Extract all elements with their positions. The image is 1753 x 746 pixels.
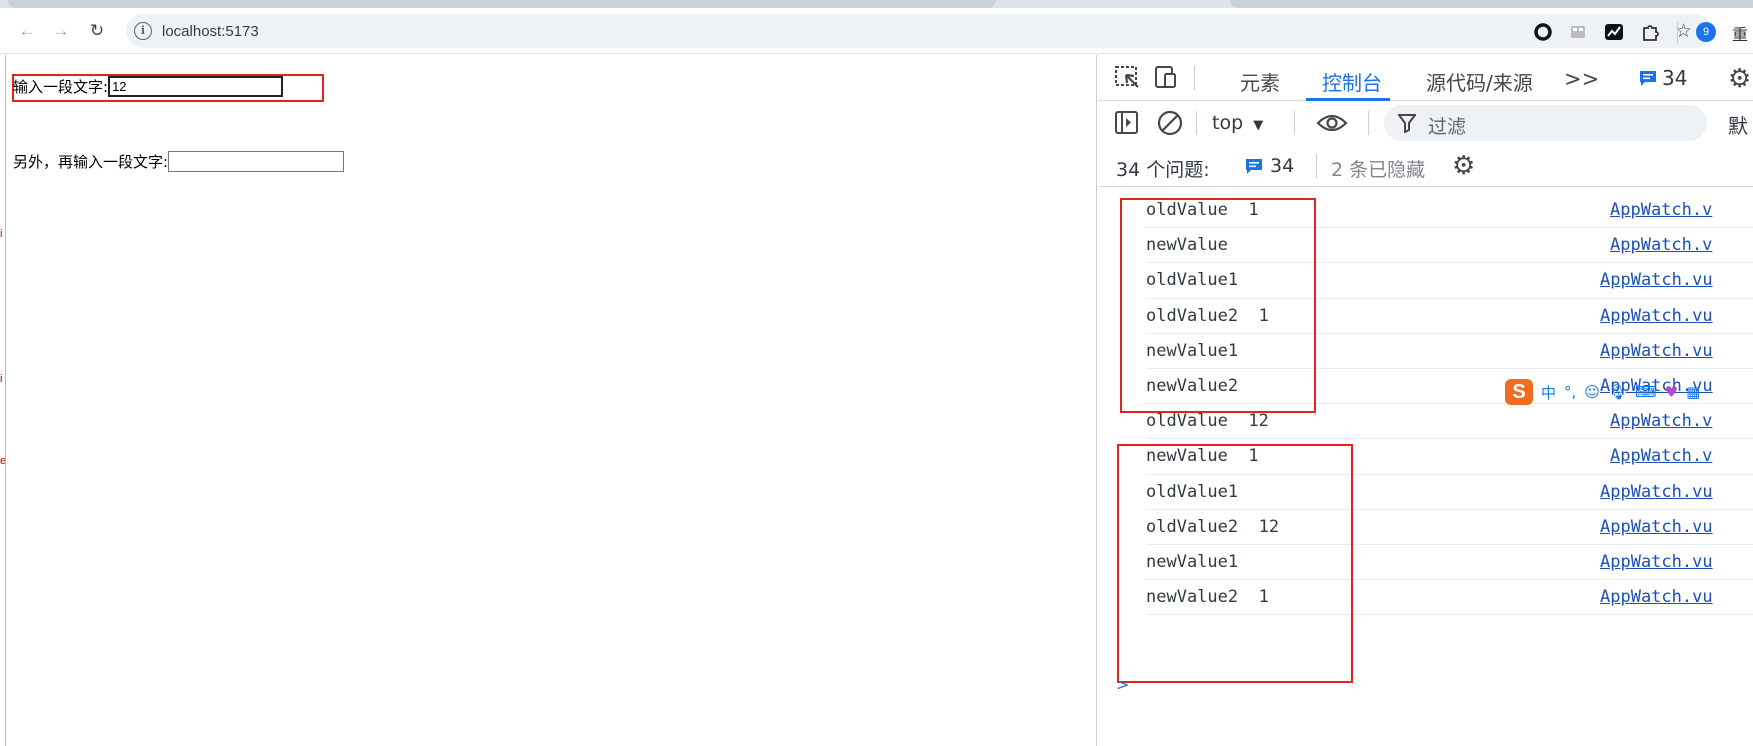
ime-emoji-icon[interactable]: ☺ xyxy=(1584,383,1600,401)
tab-strip xyxy=(0,0,1753,8)
extensions-puzzle-icon[interactable] xyxy=(1640,22,1660,42)
left-edge-strip xyxy=(0,55,6,746)
log-source-link[interactable]: AppWatch.vu xyxy=(1600,270,1713,290)
ime-keyboard-icon[interactable]: ⌨ xyxy=(1635,383,1657,401)
issues-count-badge[interactable]: 34 xyxy=(1662,66,1687,90)
log-source-link[interactable]: AppWatch.vu xyxy=(1600,341,1713,361)
filter-placeholder: 过滤 xyxy=(1428,116,1467,138)
more-tabs-button[interactable]: >> xyxy=(1564,67,1599,91)
toolbar-divider xyxy=(1368,111,1369,135)
device-toolbar-icon[interactable] xyxy=(1152,65,1180,95)
reload-icon[interactable]: ↻ xyxy=(88,22,106,40)
inspect-element-icon[interactable] xyxy=(1114,65,1142,95)
clear-console-icon[interactable] xyxy=(1156,109,1184,141)
context-selector[interactable]: top ▼ xyxy=(1212,112,1263,134)
address-bar[interactable]: i localhost:5173 ☆ xyxy=(126,14,1712,48)
log-source-link[interactable]: AppWatch.vu xyxy=(1600,482,1713,502)
log-message: oldValue 12 xyxy=(1146,411,1269,432)
browser-toolbar: ← → ↻ i localhost:5173 ☆ 9 重 xyxy=(0,8,1753,54)
tab-divider xyxy=(1194,66,1195,90)
site-info-icon[interactable]: i xyxy=(134,22,152,40)
issues-message-icon[interactable] xyxy=(1638,69,1658,91)
log-source-link[interactable]: AppWatch.vu xyxy=(1600,587,1713,607)
context-selector-label: top xyxy=(1212,112,1244,134)
url-text[interactable]: localhost:5173 xyxy=(162,23,259,40)
extension-circle-icon[interactable] xyxy=(1533,22,1553,42)
back-icon[interactable]: ← xyxy=(18,22,36,40)
ime-skin-icon[interactable]: ♥ xyxy=(1665,383,1678,401)
field2-label: 另外，再输入一段文字: xyxy=(13,153,169,171)
highlight-box-first-group xyxy=(1120,198,1316,413)
active-tab[interactable] xyxy=(8,0,996,8)
tab-sources[interactable]: 源代码/来源 xyxy=(1426,67,1533,96)
ime-language-toggle[interactable]: 中 xyxy=(1541,382,1556,403)
page-viewport: i i e 输入一段文字: 另外，再输入一段文字: xyxy=(0,55,1097,746)
highlight-box-second-group xyxy=(1117,444,1353,683)
issues-label: 34 个问题: xyxy=(1116,159,1210,181)
log-source-link[interactable]: AppWatch.v xyxy=(1610,411,1712,431)
toolbar-divider xyxy=(1316,154,1317,178)
field1-label: 输入一段文字: xyxy=(13,78,109,96)
settings-gear-icon[interactable]: ⚙ xyxy=(1728,64,1751,94)
inactive-tab[interactable] xyxy=(1230,0,1753,8)
sidebar-toggle-icon[interactable] xyxy=(1114,110,1140,140)
toolbar-divider xyxy=(1196,111,1197,135)
live-expression-eye-icon[interactable] xyxy=(1316,113,1348,137)
edge-mark: i xyxy=(0,373,3,385)
tab-console[interactable]: 控制台 xyxy=(1322,67,1382,96)
ime-punctuation-icon[interactable]: °, xyxy=(1564,383,1576,401)
default-levels-dropdown[interactable]: 默 xyxy=(1728,110,1748,139)
toolbar-divider xyxy=(1294,111,1295,135)
forward-icon[interactable]: → xyxy=(52,22,70,40)
filter-input[interactable]: 过滤 xyxy=(1384,105,1707,141)
extension-chart-icon[interactable] xyxy=(1604,22,1624,42)
edge-mark: e xyxy=(0,455,5,467)
edge-label: 重 xyxy=(1732,27,1749,44)
ime-toolbox-icon[interactable]: ▦ xyxy=(1686,383,1700,401)
log-source-link[interactable]: AppWatch.v xyxy=(1610,235,1712,255)
issues-message-icon[interactable] xyxy=(1244,157,1264,179)
field1-row: 输入一段文字: xyxy=(13,76,284,97)
devtools-panel: 元素 控制台 源代码/来源 >> 34 ⚙ top ▼ 过滤 默 34 个问题:… xyxy=(1098,55,1753,746)
log-source-link[interactable]: AppWatch.v xyxy=(1610,200,1712,220)
log-source-link[interactable]: AppWatch.vu xyxy=(1600,517,1713,537)
field1-input[interactable] xyxy=(108,76,284,97)
hidden-issues-label[interactable]: 2 条已隐藏 xyxy=(1331,155,1425,182)
log-source-link[interactable]: AppWatch.vu xyxy=(1600,306,1713,326)
field2-row: 另外，再输入一段文字: xyxy=(13,151,345,172)
field2-input[interactable] xyxy=(168,151,345,172)
extension-grid-icon[interactable] xyxy=(1568,22,1588,42)
issues-count[interactable]: 34 xyxy=(1270,155,1294,177)
issues-bar: 34 个问题: 34 2 条已隐藏 ⚙ xyxy=(1098,145,1753,187)
ime-voice-icon[interactable]: 🎙 xyxy=(1608,383,1627,401)
filter-funnel-icon xyxy=(1397,113,1417,137)
toolbar-divider xyxy=(1677,22,1678,44)
edge-mark: i xyxy=(0,228,3,240)
profile-avatar[interactable]: 9 xyxy=(1696,22,1716,42)
ime-toolbar: S 中 °, ☺ 🎙 ⌨ ♥ ▦ xyxy=(1505,377,1753,407)
tab-elements[interactable]: 元素 xyxy=(1240,67,1280,96)
ime-logo[interactable]: S xyxy=(1505,379,1533,405)
devtools-tabbar: 元素 控制台 源代码/来源 >> 34 ⚙ xyxy=(1098,55,1753,101)
chevron-down-icon: ▼ xyxy=(1253,118,1264,133)
console-toolbar: top ▼ 过滤 默 xyxy=(1098,101,1753,145)
console-prompt-chevron-icon[interactable]: > xyxy=(1116,675,1129,694)
log-source-link[interactable]: AppWatch.v xyxy=(1610,446,1712,466)
issues-settings-gear-icon[interactable]: ⚙ xyxy=(1452,151,1475,181)
log-source-link[interactable]: AppWatch.vu xyxy=(1600,552,1713,572)
